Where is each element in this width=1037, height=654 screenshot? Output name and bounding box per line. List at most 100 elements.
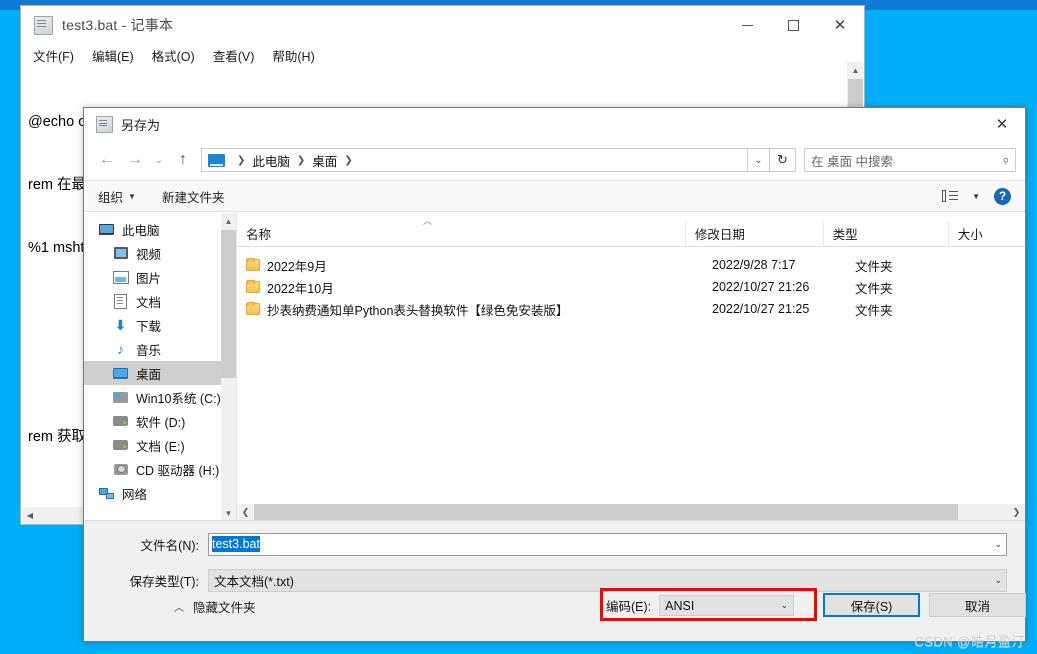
scrollbar-thumb[interactable] xyxy=(254,504,958,521)
tree-item-this-pc[interactable]: 此电脑 xyxy=(84,217,236,241)
search-placeholder: 在 桌面 中搜索 xyxy=(811,154,893,169)
organize-button[interactable]: 组织 ▼ xyxy=(98,187,136,206)
dialog-form: 文件名(N): test3.bat ⌄ 保存类型(T): 文本文档(*.txt)… xyxy=(84,520,1026,641)
tree-item-pictures[interactable]: 图片 xyxy=(84,265,236,289)
forward-button[interactable]: → xyxy=(121,146,149,174)
minimize-button[interactable] xyxy=(724,6,770,44)
tree-item-drive-d[interactable]: 软件 (D:) xyxy=(84,409,236,433)
column-header-date[interactable]: 修改日期 xyxy=(684,221,823,246)
dialog-titlebar: 另存为 ✕ xyxy=(84,108,1025,140)
filename-input[interactable]: test3.bat ⌄ xyxy=(208,532,1007,556)
pictures-icon xyxy=(112,270,129,284)
chevron-up-icon: ︿ xyxy=(174,603,184,614)
breadcrumb-dropdown-icon[interactable]: ⌄ xyxy=(748,148,770,172)
file-list-pane: ︿ 名称 修改日期 类型 大小 2022年9月 2022/9/28 7:17 文… xyxy=(237,213,1025,521)
hdd-icon xyxy=(112,416,129,426)
chevron-down-icon[interactable]: ⌄ xyxy=(994,539,1002,550)
chevron-down-icon[interactable]: ⌄ xyxy=(994,575,1002,586)
dialog-title: 另存为 xyxy=(121,117,161,133)
file-type-cell: 文件夹 xyxy=(855,259,893,274)
network-icon xyxy=(98,487,115,499)
cancel-button[interactable]: 取消 xyxy=(929,593,1026,617)
scroll-up-icon[interactable]: ▲ xyxy=(848,62,863,78)
scroll-left-icon[interactable]: ❮ xyxy=(237,504,254,521)
pc-icon xyxy=(98,223,115,235)
file-date-cell: 2022/10/27 21:26 xyxy=(712,280,810,294)
file-list-horizontal-scrollbar[interactable]: ❮ ❯ xyxy=(237,504,1025,521)
help-icon[interactable]: ? xyxy=(994,187,1011,205)
view-layout-icon[interactable] xyxy=(942,190,959,202)
tree-item-label: 下载 xyxy=(136,319,162,334)
desktop-icon xyxy=(112,367,129,379)
hdd-icon xyxy=(112,440,129,450)
breadcrumb-item-this-pc[interactable]: 此电脑 xyxy=(252,151,290,170)
tree-item-downloads[interactable]: ⬇ 下载 xyxy=(84,313,236,337)
breadcrumb-item-desktop[interactable]: 桌面 xyxy=(312,151,337,170)
search-input[interactable]: 在 桌面 中搜索 ⌕ xyxy=(804,148,1016,172)
column-header-type[interactable]: 类型 xyxy=(822,221,948,246)
notepad-title: test3.bat - 记事本 xyxy=(62,17,174,33)
up-button[interactable]: ↑ xyxy=(169,146,197,174)
tree-item-label: 音乐 xyxy=(136,343,162,358)
tree-item-label: 此电脑 xyxy=(122,223,160,238)
tree-item-label: 网络 xyxy=(122,487,148,502)
folder-icon xyxy=(246,258,260,271)
watermark: CSDN @皓月盈汀 xyxy=(914,634,1025,649)
new-folder-button[interactable]: 新建文件夹 xyxy=(162,187,225,206)
breadcrumb-separator-icon: ❯ xyxy=(237,154,246,166)
video-icon xyxy=(112,247,129,259)
chevron-down-icon: ▼ xyxy=(128,191,136,201)
tree-item-music[interactable]: ♪ 音乐 xyxy=(84,337,236,361)
file-name-label: 2022年10月 xyxy=(267,281,334,296)
scrollbar-thumb[interactable] xyxy=(221,230,236,378)
breadcrumb[interactable]: ❯ 此电脑 ❯ 桌面 ❯ xyxy=(201,148,748,172)
menu-item-file[interactable]: 文件(F) xyxy=(33,46,74,65)
back-button[interactable]: ← xyxy=(93,146,121,174)
hide-folders-toggle[interactable]: ︿ 隐藏文件夹 xyxy=(174,597,256,616)
minimize-icon xyxy=(741,24,753,26)
file-name-label: 抄表纳费通知单Python表头替换软件【绿色免安装版】 xyxy=(267,303,569,318)
column-header-name[interactable]: 名称 xyxy=(237,221,685,246)
tree-item-videos[interactable]: 视频 xyxy=(84,241,236,265)
tree-item-cd-drive-h[interactable]: CD 驱动器 (H:) xyxy=(84,457,236,481)
file-list-header: 名称 修改日期 类型 大小 xyxy=(237,221,1025,247)
file-name-label: 2022年9月 xyxy=(267,259,327,274)
table-row[interactable]: 抄表纳费通知单Python表头替换软件【绿色免安装版】 2022/10/27 2… xyxy=(237,298,1025,320)
notepad-icon xyxy=(34,15,53,35)
close-button[interactable]: ✕ xyxy=(816,6,864,44)
notepad-titlebar: test3.bat - 记事本 ✕ xyxy=(21,6,864,44)
tree-item-network[interactable]: 网络 xyxy=(84,481,236,505)
scroll-down-icon[interactable]: ▼ xyxy=(221,505,236,521)
menu-item-view[interactable]: 查看(V) xyxy=(213,46,255,65)
save-button[interactable]: 保存(S) xyxy=(823,593,920,617)
documents-icon xyxy=(112,293,129,309)
dialog-body: 此电脑 视频 图片 文档 ⬇ 下载 ♪ 音乐 桌面 Win10系统 (C:) 软… xyxy=(84,213,1025,521)
this-pc-icon xyxy=(208,153,225,167)
refresh-icon[interactable]: ↻ xyxy=(770,148,796,172)
table-row[interactable]: 2022年10月 2022/10/27 21:26 文件夹 xyxy=(237,276,1025,298)
tree-item-drive-e[interactable]: 文档 (E:) xyxy=(84,433,236,457)
recent-locations-icon[interactable]: ⌄ xyxy=(149,146,169,174)
file-type-cell: 文件夹 xyxy=(855,281,893,296)
folder-icon xyxy=(246,280,260,293)
tree-vertical-scrollbar[interactable]: ▲ ▼ xyxy=(221,213,236,521)
chevron-down-icon[interactable]: ▼ xyxy=(972,192,980,201)
windows-drive-icon xyxy=(112,391,129,403)
tree-item-documents[interactable]: 文档 xyxy=(84,289,236,313)
notepad-menubar: 文件(F) 编辑(E) 格式(O) 查看(V) 帮助(H) xyxy=(21,44,864,66)
maximize-button[interactable] xyxy=(770,6,816,44)
table-row[interactable]: 2022年9月 2022/9/28 7:17 文件夹 xyxy=(237,254,1025,276)
scroll-left-icon[interactable]: ◀ xyxy=(22,507,38,523)
menu-item-help[interactable]: 帮助(H) xyxy=(272,46,314,65)
dialog-navigation-bar: ← → ⌄ ↑ ❯ 此电脑 ❯ 桌面 ❯ ⌄ ↻ 在 桌面 中搜索 ⌕ xyxy=(84,140,1025,180)
scroll-up-icon[interactable]: ▲ xyxy=(221,213,236,229)
menu-item-edit[interactable]: 编辑(E) xyxy=(92,46,134,65)
dialog-close-button[interactable]: ✕ xyxy=(979,108,1025,140)
tree-item-win10-drive-c[interactable]: Win10系统 (C:) xyxy=(84,385,236,409)
menu-item-format[interactable]: 格式(O) xyxy=(152,46,195,65)
encoding-select[interactable]: ANSI ⌄ xyxy=(659,595,795,616)
scroll-right-icon[interactable]: ❯ xyxy=(1008,504,1025,521)
maximize-icon xyxy=(787,19,799,31)
column-header-size[interactable]: 大小 xyxy=(947,221,1025,246)
tree-item-desktop[interactable]: 桌面 xyxy=(84,361,236,385)
